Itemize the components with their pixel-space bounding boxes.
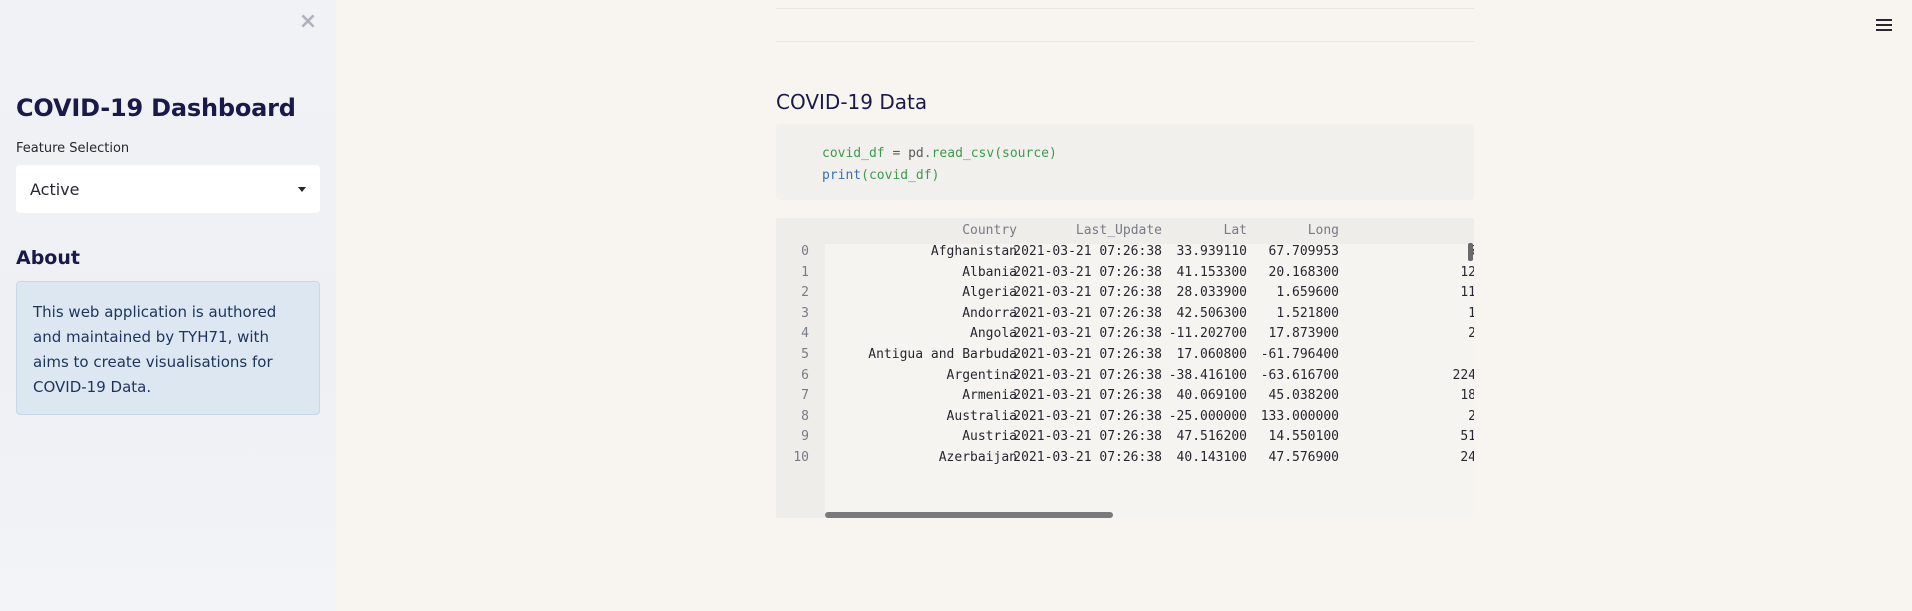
- close-sidebar-icon[interactable]: ×: [298, 11, 318, 33]
- row-index: 3: [801, 305, 809, 321]
- row-index: 8: [801, 408, 809, 424]
- table-cell: 2021-03-21 07:26:38: [1013, 326, 1162, 342]
- about-info-box: This web application is authored and mai…: [16, 281, 320, 415]
- table-cell: 51: [1460, 429, 1474, 445]
- table-cell: -63.616700: [1260, 367, 1339, 383]
- feature-selection-label: Feature Selection: [16, 141, 130, 156]
- table-cell: 67.709953: [1268, 244, 1339, 259]
- code-token: .read_csv(source): [923, 146, 1057, 161]
- feature-select[interactable]: Active: [16, 165, 320, 213]
- row-index: 2: [801, 285, 809, 301]
- vertical-scrollbar[interactable]: [1468, 243, 1473, 261]
- table-cell: 1.521800: [1276, 305, 1339, 321]
- code-token: print: [822, 168, 862, 183]
- table-cell: Austria: [962, 429, 1017, 445]
- dashboard-title: COVID-19 Dashboard: [16, 94, 296, 122]
- hamburger-menu-icon[interactable]: [1876, 16, 1892, 34]
- table-cell: Andorra: [962, 305, 1017, 321]
- table-cell: Afghanistan: [930, 244, 1017, 259]
- column-header: Lat: [1223, 223, 1247, 238]
- section-title: COVID-19 Data: [776, 90, 928, 114]
- table-cell: 2021-03-21 07:26:38: [1013, 285, 1162, 301]
- table-cell: 2021-03-21 07:26:38: [1013, 244, 1162, 259]
- table-cell: 40.069100: [1176, 388, 1247, 404]
- table-cell: 2021-03-21 07:26:38: [1013, 450, 1162, 465]
- table-cell: 1: [1468, 305, 1474, 321]
- divider-top: [776, 8, 1474, 9]
- column-header: Country: [962, 223, 1017, 238]
- dataframe-table[interactable]: Country Last_Update Lat Long 0 Afghanistan 202…: [776, 218, 1474, 518]
- divider: [776, 41, 1474, 42]
- table-cell: 24: [1460, 450, 1474, 465]
- horizontal-scrollbar[interactable]: [825, 512, 1113, 518]
- table-cell: Argentina: [946, 367, 1017, 383]
- table-cell: 2021-03-21 07:26:38: [1013, 367, 1162, 383]
- table-cell: 2021-03-21 07:26:38: [1013, 305, 1162, 321]
- table-cell: 14.550100: [1268, 429, 1339, 445]
- table-cell: -38.416100: [1168, 367, 1247, 383]
- table-cell: 45.038200: [1268, 388, 1339, 404]
- table-cell: 28.033900: [1176, 285, 1247, 301]
- table-cell: Armenia: [962, 388, 1017, 404]
- table-cell: 17.060800: [1176, 347, 1247, 362]
- column-header: Long: [1307, 223, 1339, 238]
- table-cell: 47.516200: [1176, 429, 1247, 445]
- table-cell: 20.168300: [1268, 264, 1339, 280]
- table-cell: 2021-03-21 07:26:38: [1013, 429, 1162, 445]
- table-cell: 11: [1460, 285, 1474, 301]
- table-cell: 18: [1460, 388, 1474, 404]
- table-cell: Algeria: [962, 285, 1017, 301]
- code-line-2: print(covid_df): [822, 165, 1428, 187]
- table-cell: -61.796400: [1260, 347, 1339, 362]
- row-index: 1: [801, 264, 809, 280]
- table-cell: 2021-03-21 07:26:38: [1013, 347, 1162, 362]
- row-index: 5: [801, 347, 809, 362]
- row-index: 9: [801, 429, 809, 445]
- table-cell: Angola: [970, 326, 1017, 342]
- table-cell: 2021-03-21 07:26:38: [1013, 264, 1162, 280]
- table-cell: 1.659600: [1276, 285, 1339, 301]
- table-cell: 41.153300: [1176, 264, 1247, 280]
- feature-select-value: Active: [30, 179, 80, 199]
- table-cell: Albania: [962, 264, 1017, 280]
- table-cell: Antigua and Barbuda: [868, 347, 1017, 362]
- table-cell: 2021-03-21 07:26:38: [1013, 408, 1162, 424]
- column-header: Last_Update: [1075, 223, 1162, 238]
- table-cell: 2: [1468, 326, 1474, 342]
- about-heading: About: [16, 247, 80, 269]
- code-block: covid_df = pd.read_csv(source) print(cov…: [776, 124, 1474, 200]
- table-cell: -25.000000: [1168, 408, 1247, 424]
- row-index: 0: [801, 244, 809, 259]
- table-cell: 42.506300: [1176, 305, 1247, 321]
- table-cell: -11.202700: [1168, 326, 1247, 342]
- table-cell: 2: [1468, 408, 1474, 424]
- table-cell: 224: [1452, 367, 1474, 383]
- sidebar: × COVID-19 Dashboard Feature Selection A…: [0, 0, 336, 611]
- table-cell: Azerbaijan: [938, 450, 1017, 465]
- table-cell: 33.939110: [1176, 244, 1247, 259]
- code-token: (covid_df): [861, 168, 940, 183]
- row-index: 6: [801, 367, 809, 383]
- row-index: 10: [793, 450, 809, 465]
- row-index: 7: [801, 388, 809, 404]
- table-cell: Australia: [946, 408, 1017, 424]
- table-cell: 17.873900: [1268, 326, 1339, 342]
- row-index: 4: [801, 326, 809, 342]
- table-cell: 47.576900: [1268, 450, 1339, 465]
- code-token: covid_df: [822, 146, 885, 161]
- table-cell: 2021-03-21 07:26:38: [1013, 388, 1162, 404]
- code-token: pd: [908, 146, 924, 161]
- chevron-down-icon: [298, 186, 306, 192]
- table-cell: 12: [1460, 264, 1474, 280]
- table-cell: 40.143100: [1176, 450, 1247, 465]
- code-token: =: [884, 146, 909, 161]
- code-line-1: covid_df = pd.read_csv(source): [822, 143, 1428, 165]
- table-cell: 133.000000: [1260, 408, 1339, 424]
